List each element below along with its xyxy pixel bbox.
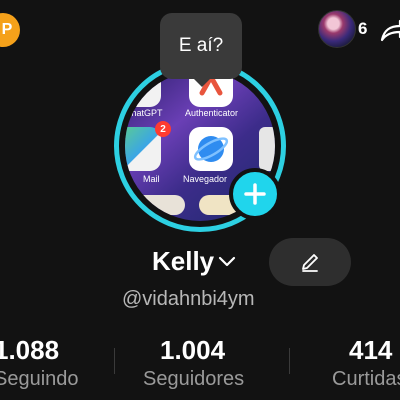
stat-following-value[interactable]: 1.088	[0, 335, 59, 366]
profile-handle: @vidahnbi4ym	[122, 288, 255, 310]
profile-name: Kelly	[152, 246, 215, 276]
pencil-icon	[302, 254, 318, 272]
stat-following-label[interactable]: Seguindo	[0, 368, 79, 391]
coin-icon[interactable]: P	[0, 13, 20, 47]
app-label-chatgpt: ChatGPT	[125, 108, 163, 118]
app-icon-navegador	[189, 127, 233, 171]
app-icon-chatgpt	[125, 71, 161, 107]
friends-indicator[interactable]: 6	[318, 10, 367, 48]
status-bubble[interactable]: E aí?	[160, 13, 242, 79]
stat-likes-value[interactable]: 414	[349, 335, 392, 366]
friend-count: 6	[358, 19, 368, 38]
profile-name-row[interactable]: Kelly	[152, 246, 236, 277]
notification-badge: 2	[155, 121, 171, 137]
add-story-button[interactable]	[229, 168, 281, 220]
status-bubble-text: E aí?	[178, 35, 224, 56]
divider	[114, 348, 115, 374]
status-bubble-tail	[193, 78, 211, 87]
stat-followers-label[interactable]: Seguidores	[143, 368, 244, 391]
plus-icon	[244, 183, 266, 205]
friend-avatar	[318, 10, 356, 48]
app-label-navegador: Navegador	[183, 174, 228, 184]
edit-profile-button[interactable]	[269, 238, 351, 286]
app-icon-bottom	[125, 195, 185, 215]
stat-likes-label[interactable]: Curtidas	[332, 368, 400, 391]
browser-icon	[193, 136, 229, 162]
chevron-down-icon	[219, 256, 236, 266]
stat-followers-value[interactable]: 1.004	[160, 335, 225, 366]
share-icon[interactable]	[378, 18, 400, 44]
coin-symbol: P	[1, 21, 13, 38]
app-label-authenticator: Authenticator	[185, 108, 239, 118]
app-icon-side	[259, 127, 275, 171]
divider	[289, 348, 290, 374]
app-label-mail: Mail	[143, 174, 160, 184]
